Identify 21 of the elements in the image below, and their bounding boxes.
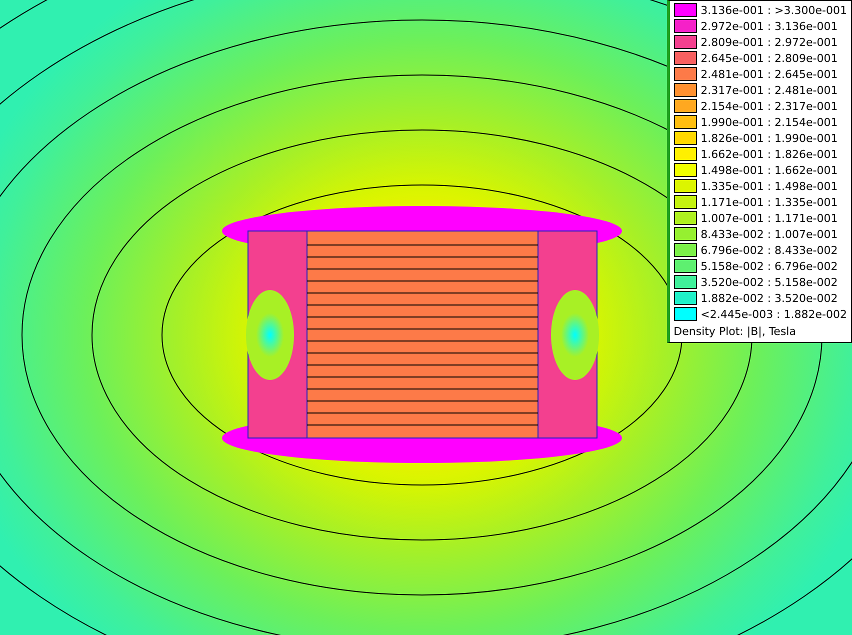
- range-label: 3.136e-001 : >3.300e-001: [700, 4, 847, 16]
- range-label: 2.154e-001 : 2.317e-001: [700, 100, 838, 112]
- range-label: 3.520e-002 : 5.158e-002: [700, 276, 838, 288]
- range-label: 5.158e-002 : 6.796e-002: [700, 260, 838, 272]
- range-label: 8.433e-002 : 1.007e-001: [700, 228, 838, 240]
- range-label: 1.990e-001 : 2.154e-001: [700, 116, 838, 128]
- range-label: 1.007e-001 : 1.171e-001: [700, 212, 838, 224]
- range-label: 2.809e-001 : 2.972e-001: [700, 36, 838, 48]
- range-label: 2.645e-001 : 2.809e-001: [700, 52, 838, 64]
- range-label: 1.498e-001 : 1.662e-001: [700, 164, 838, 176]
- legend-caption: Density Plot: |B|, Tesla: [674, 325, 797, 338]
- range-label: 2.972e-001 : 3.136e-001: [700, 20, 838, 32]
- range-label: 1.882e-002 : 3.520e-002: [700, 292, 838, 304]
- range-label: 1.662e-001 : 1.826e-001: [700, 148, 838, 160]
- range-label: 2.317e-001 : 2.481e-001: [700, 84, 838, 96]
- range-label: 1.171e-001 : 1.335e-001: [700, 196, 838, 208]
- range-label: 2.481e-001 : 2.645e-001: [700, 68, 838, 80]
- range-label: 6.796e-002 : 8.433e-002: [700, 244, 838, 256]
- range-label: <2.445e-003 : 1.882e-002: [700, 308, 847, 320]
- range-label: 1.335e-001 : 1.498e-001: [700, 180, 838, 192]
- range-label: 1.826e-001 : 1.990e-001: [700, 132, 838, 144]
